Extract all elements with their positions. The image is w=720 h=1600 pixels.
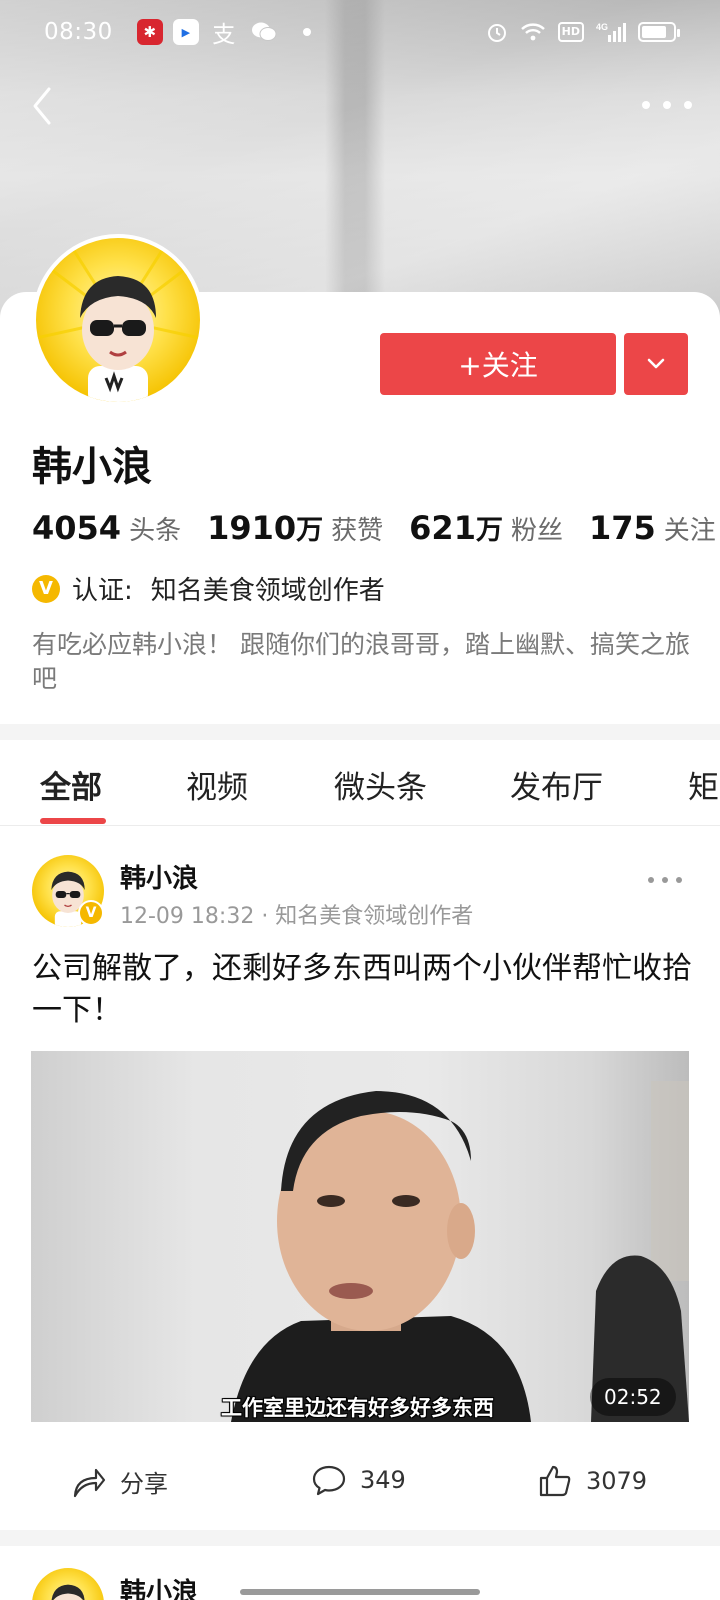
stat-label: 关注 bbox=[663, 516, 716, 546]
cartoon-avatar-icon bbox=[51, 1584, 85, 1600]
section-divider bbox=[0, 724, 720, 740]
stat-followers[interactable]: 621 万 粉丝 bbox=[409, 508, 563, 547]
video-subtitle: 工作室里边还有好多好多东西 bbox=[221, 1396, 494, 1420]
svg-text:4G: 4G bbox=[596, 22, 608, 32]
stat-unit: 万 bbox=[296, 515, 324, 546]
profile-avatar[interactable] bbox=[32, 234, 204, 406]
content-tabs: 全部 视频 微头条 发布厅 矩 bbox=[0, 740, 720, 826]
status-right-group: HD 4G bbox=[486, 21, 680, 43]
post-author-avatar[interactable] bbox=[32, 1568, 104, 1600]
follow-button[interactable]: +关注 bbox=[380, 333, 616, 395]
share-label: 分享 bbox=[120, 1470, 168, 1498]
comment-button[interactable]: 349 bbox=[312, 1464, 406, 1496]
stat-value: 1910 bbox=[207, 509, 297, 547]
back-button[interactable] bbox=[22, 84, 62, 128]
video-duration: 02:52 bbox=[590, 1378, 676, 1416]
chevron-down-icon bbox=[647, 358, 665, 369]
stat-unit: 万 bbox=[475, 515, 503, 546]
video-frame-image bbox=[231, 1081, 689, 1422]
more-dots-icon bbox=[676, 877, 682, 883]
hd-icon: HD bbox=[557, 22, 584, 42]
wifi-icon bbox=[520, 22, 546, 42]
youku-icon: ▶ bbox=[172, 19, 199, 45]
post-text[interactable]: 公司解散了，还剩好多东西叫两个小伙伴帮忙收拾一下！ bbox=[32, 948, 692, 1032]
notification-dot-icon bbox=[302, 28, 311, 36]
follow-dropdown-button[interactable] bbox=[624, 333, 688, 395]
alarm-icon bbox=[486, 21, 508, 43]
thumbs-up-icon bbox=[539, 1465, 571, 1497]
more-dots-icon bbox=[684, 101, 692, 109]
stat-following[interactable]: 175 关注 bbox=[589, 509, 716, 547]
verified-badge-icon: V bbox=[78, 900, 104, 926]
stat-label: 粉丝 bbox=[510, 516, 563, 546]
more-dots-icon bbox=[663, 101, 671, 109]
more-dots-icon bbox=[662, 877, 668, 883]
post-meta: 12-09 18:32 · 知名美食领域创作者 bbox=[120, 904, 474, 929]
tab-videos[interactable]: 视频 bbox=[186, 762, 248, 807]
profile-stats: 4054 头条 1910 万 获赞 621 万 粉丝 175 关注 bbox=[32, 508, 720, 547]
tab-all[interactable]: 全部 bbox=[40, 762, 102, 807]
like-count: 3079 bbox=[586, 1467, 648, 1495]
like-button[interactable]: 3079 bbox=[538, 1464, 647, 1498]
status-bar: 08:30 ✱ ▶ 支 HD 4G bbox=[0, 0, 720, 64]
stat-label: 头条 bbox=[129, 516, 182, 546]
stat-value: 175 bbox=[588, 509, 656, 547]
pinduoduo-icon: ✱ bbox=[136, 19, 163, 45]
status-time: 08:30 bbox=[44, 19, 113, 45]
post-more-button[interactable] bbox=[648, 875, 682, 885]
wechat-icon bbox=[249, 19, 279, 45]
verification-text: 知名美食领域创作者 bbox=[150, 576, 385, 606]
profile-bio: 有吃必应韩小浪！ 跟随你们的浪哥哥，踏上幽默、搞笑之旅吧 bbox=[32, 630, 690, 693]
post-divider bbox=[0, 1530, 720, 1546]
profile-name: 韩小浪 bbox=[32, 444, 152, 490]
video-thumbnail[interactable] bbox=[31, 1051, 689, 1422]
comment-icon bbox=[312, 1465, 346, 1496]
more-dots-icon bbox=[648, 877, 654, 883]
verification-label: 认证: bbox=[72, 576, 133, 606]
share-icon bbox=[73, 1468, 106, 1497]
chevron-left-icon bbox=[33, 87, 51, 125]
stat-value: 4054 bbox=[32, 509, 122, 547]
post-action-bar: 分享 349 3079 bbox=[0, 1450, 720, 1520]
cartoon-avatar-icon bbox=[36, 238, 200, 402]
comment-count: 349 bbox=[360, 1466, 406, 1494]
verified-badge-icon: V bbox=[32, 574, 60, 603]
home-indicator[interactable] bbox=[240, 1589, 480, 1595]
stat-value: 621 bbox=[409, 509, 476, 547]
stat-label: 获赞 bbox=[331, 516, 384, 546]
share-button[interactable]: 分享 bbox=[72, 1464, 168, 1499]
battery-icon bbox=[638, 22, 680, 42]
tab-matrix[interactable]: 矩 bbox=[688, 762, 719, 807]
stat-articles[interactable]: 4054 头条 bbox=[32, 509, 181, 547]
more-options-button[interactable] bbox=[642, 90, 692, 120]
more-dots-icon bbox=[642, 101, 650, 109]
verification-row: V 认证: 知名美食领域创作者 bbox=[32, 570, 385, 607]
tab-micro-posts[interactable]: 微头条 bbox=[334, 762, 427, 807]
post-author-name[interactable]: 韩小浪 bbox=[120, 858, 198, 895]
stat-likes[interactable]: 1910 万 获赞 bbox=[207, 508, 383, 547]
signal-icon: 4G bbox=[596, 21, 626, 43]
tab-release-hall[interactable]: 发布厅 bbox=[510, 762, 603, 807]
alipay-icon: 支 bbox=[212, 22, 236, 48]
active-tab-indicator bbox=[40, 818, 106, 824]
post-author-name[interactable]: 韩小浪 bbox=[120, 1572, 198, 1600]
